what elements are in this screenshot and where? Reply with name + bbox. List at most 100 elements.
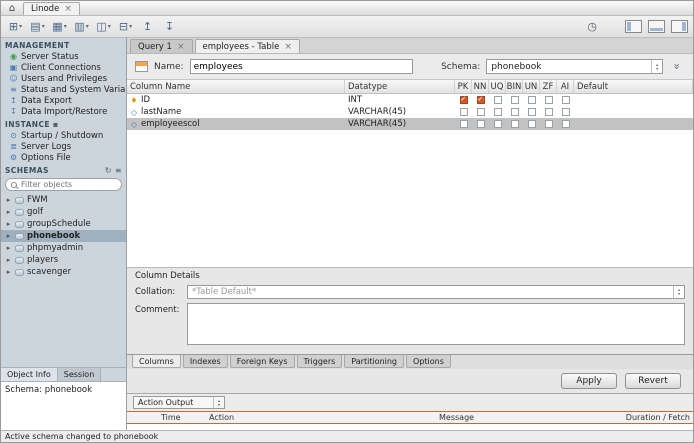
nn-checkbox[interactable] — [477, 108, 485, 116]
cell-datatype[interactable]: INT — [345, 94, 455, 106]
connection-tab-linode[interactable]: Linode × — [23, 2, 80, 15]
un-checkbox[interactable] — [528, 96, 536, 104]
sidebar-item-options-file[interactable]: ⚙Options File — [1, 152, 126, 163]
sidebar-item-status-system-variables[interactable]: ≡Status and System Variables — [1, 84, 126, 95]
sidebar-filler — [1, 278, 126, 367]
refresh-schemas-icon[interactable]: ↻ — [105, 166, 112, 175]
stepper-icon[interactable]: ▴▾ — [651, 60, 662, 73]
pk-checkbox[interactable] — [460, 120, 468, 128]
cell-default[interactable] — [574, 94, 693, 106]
grid-empty-area[interactable] — [127, 130, 693, 267]
uq-checkbox[interactable] — [494, 108, 502, 116]
toggle-output-panel-icon[interactable] — [648, 20, 665, 33]
tab-options[interactable]: Options — [406, 355, 451, 368]
apply-button[interactable]: Apply — [561, 373, 617, 389]
schema-item-fwm[interactable]: ▸FWM — [1, 194, 126, 206]
un-checkbox[interactable] — [528, 120, 536, 128]
schema-item-golf[interactable]: ▸golf — [1, 206, 126, 218]
output-selector[interactable]: Action Output ▴▾ — [133, 396, 225, 409]
create-schema-icon[interactable]: ▥▾ — [72, 18, 91, 35]
bin-checkbox[interactable] — [511, 108, 519, 116]
new-connection-icon[interactable]: ⊞▾ — [6, 18, 25, 35]
sidebar-item-server-logs[interactable]: ≣Server Logs — [1, 141, 126, 152]
chevron-right-icon[interactable]: ▸ — [5, 208, 12, 216]
schema-item-phonebook[interactable]: ▸phonebook — [1, 230, 126, 242]
tab-query-1[interactable]: Query 1× — [130, 39, 193, 53]
sidebar-item-client-connections[interactable]: ▣Client Connections — [1, 62, 126, 73]
cell-column-name[interactable]: ◇lastName — [127, 106, 345, 118]
schema-item-phpmyadmin[interactable]: ▸phpmyadmin — [1, 242, 126, 254]
cell-column-name[interactable]: ♦ID — [127, 94, 345, 106]
uq-checkbox[interactable] — [494, 120, 502, 128]
tab-partitioning[interactable]: Partitioning — [344, 355, 404, 368]
cell-default[interactable] — [574, 118, 693, 130]
schema-select[interactable]: phonebook ▴▾ — [486, 59, 663, 74]
new-query-icon[interactable]: ▤▾ — [28, 18, 47, 35]
table-name-input[interactable] — [190, 59, 414, 74]
comment-textarea[interactable] — [187, 303, 685, 345]
close-icon[interactable]: × — [284, 42, 292, 52]
pk-checkbox[interactable] — [460, 96, 468, 104]
ai-checkbox[interactable] — [562, 96, 570, 104]
data-export-icon[interactable]: ↥ — [138, 18, 157, 35]
toggle-sidebar-icon[interactable] — [625, 20, 642, 33]
open-script-icon[interactable]: ▦▾ — [50, 18, 69, 35]
un-checkbox[interactable] — [528, 108, 536, 116]
sidebar-item-users-privileges[interactable]: ☺Users and Privileges — [1, 73, 126, 84]
schema-item-players[interactable]: ▸players — [1, 254, 126, 266]
cell-datatype[interactable]: VARCHAR(45) — [345, 118, 455, 130]
chevron-right-icon[interactable]: ▸ — [5, 268, 12, 276]
bin-checkbox[interactable] — [511, 120, 519, 128]
sidebar-item-data-import[interactable]: ↧Data Import/Restore — [1, 106, 126, 117]
column-row-employeescol[interactable]: ◇employeescol VARCHAR(45) — [127, 118, 693, 130]
cell-default[interactable] — [574, 106, 693, 118]
tab-object-info[interactable]: Object Info — [1, 368, 58, 381]
chevron-right-icon[interactable]: ▸ — [5, 232, 12, 240]
close-icon[interactable]: × — [177, 42, 185, 52]
ai-checkbox[interactable] — [562, 108, 570, 116]
data-import-icon[interactable]: ↧ — [160, 18, 179, 35]
pk-checkbox[interactable] — [460, 108, 468, 116]
ai-checkbox[interactable] — [562, 120, 570, 128]
stepper-icon[interactable]: ▴▾ — [673, 286, 684, 298]
close-icon[interactable]: × — [64, 4, 72, 14]
tab-indexes[interactable]: Indexes — [183, 355, 228, 368]
tab-session[interactable]: Session — [58, 368, 102, 381]
schema-item-groupschedule[interactable]: ▸groupSchedule — [1, 218, 126, 230]
tab-triggers[interactable]: Triggers — [297, 355, 343, 368]
zf-checkbox[interactable] — [545, 96, 553, 104]
collation-value: *Table Default* — [188, 287, 673, 297]
schema-filter-input[interactable] — [21, 180, 111, 189]
chevron-right-icon[interactable]: ▸ — [5, 196, 12, 204]
zf-checkbox[interactable] — [545, 120, 553, 128]
body: MANAGEMENT ◉Server Status ▣Client Connec… — [1, 38, 693, 430]
nn-checkbox[interactable] — [477, 96, 485, 104]
chevron-right-icon[interactable]: ▸ — [5, 244, 12, 252]
sidebar-item-data-export[interactable]: ↥Data Export — [1, 95, 126, 106]
tab-foreign-keys[interactable]: Foreign Keys — [230, 355, 295, 368]
tab-employees-table[interactable]: employees - Table× — [195, 39, 300, 53]
chevron-right-icon[interactable]: ▸ — [5, 220, 12, 228]
nn-checkbox[interactable] — [477, 120, 485, 128]
create-table-icon[interactable]: ◫▾ — [94, 18, 113, 35]
cell-datatype[interactable]: VARCHAR(45) — [345, 106, 455, 118]
sidebar-item-server-status[interactable]: ◉Server Status — [1, 51, 126, 62]
sidebar-item-startup-shutdown[interactable]: ⊙Startup / Shutdown — [1, 130, 126, 141]
stepper-icon[interactable]: ▴▾ — [213, 397, 224, 408]
collapse-header-icon[interactable]: » — [671, 59, 684, 75]
create-view-icon[interactable]: ⊟▾ — [116, 18, 135, 35]
schema-item-scavenger[interactable]: ▸scavenger — [1, 266, 126, 278]
revert-button[interactable]: Revert — [625, 373, 681, 389]
schema-options-icon[interactable]: ≡ — [115, 166, 122, 175]
tab-columns[interactable]: Columns — [132, 355, 181, 368]
chevron-right-icon[interactable]: ▸ — [5, 256, 12, 264]
cell-column-name[interactable]: ◇employeescol — [127, 118, 345, 130]
column-row-lastname[interactable]: ◇lastName VARCHAR(45) — [127, 106, 693, 118]
zf-checkbox[interactable] — [545, 108, 553, 116]
home-icon[interactable]: ⌂ — [4, 2, 20, 15]
column-row-id[interactable]: ♦ID INT — [127, 94, 693, 106]
toggle-secondary-sidebar-icon[interactable] — [671, 20, 688, 33]
collation-select[interactable]: *Table Default* ▴▾ — [187, 285, 685, 299]
bin-checkbox[interactable] — [511, 96, 519, 104]
uq-checkbox[interactable] — [494, 96, 502, 104]
